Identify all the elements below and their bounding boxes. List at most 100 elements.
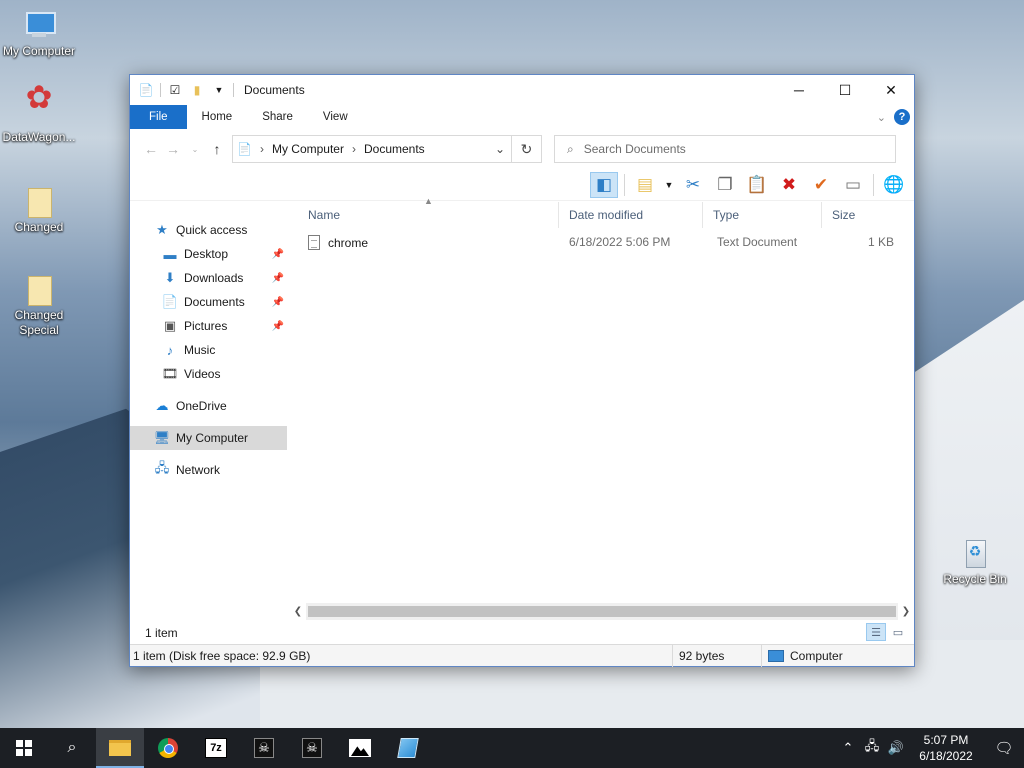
refresh-icon: ↻ <box>520 140 533 157</box>
details-view-button[interactable]: ☰ <box>866 623 886 641</box>
address-dropdown-icon[interactable]: ⌄ <box>489 142 511 156</box>
minimize-button[interactable]: ─ <box>776 75 822 105</box>
notepad-icon <box>397 738 419 758</box>
up-arrow-icon: ↑ <box>213 141 221 157</box>
checklist-icon[interactable]: ☑ <box>167 82 183 98</box>
new-item-button[interactable]: ▤ <box>631 172 659 198</box>
folder-icon <box>22 272 56 306</box>
expand-ribbon-chevron-icon[interactable]: ⌄ <box>877 111 886 124</box>
desktop-icon-recycle-bin[interactable]: Recycle Bin <box>933 536 1017 587</box>
volume-icon[interactable]: 🔊 <box>884 740 908 756</box>
scroll-thumb[interactable] <box>308 606 896 617</box>
file-list: ▲ Name Date modified Type Size chrome 6/… <box>298 196 914 612</box>
clock[interactable]: 5:07 PM 6/18/2022 <box>908 732 984 764</box>
close-button[interactable]: ✕ <box>868 75 914 105</box>
taskbar-ghost-app-1[interactable]: ☠ <box>240 728 288 768</box>
nav-my-computer[interactable]: 🖥 My Computer <box>130 426 287 450</box>
pin-icon[interactable]: 📌 <box>272 249 284 260</box>
breadcrumb-my-computer[interactable]: My Computer <box>272 142 344 156</box>
maximize-button[interactable]: ☐ <box>822 75 868 105</box>
desktop-icon-my-computer[interactable]: My Computer <box>0 8 81 59</box>
tab-view[interactable]: View <box>308 105 363 129</box>
navigation-pane: ★ Quick access ▬ Desktop 📌 ⬇ Downloads 📌… <box>130 202 290 622</box>
column-date-modified[interactable]: Date modified <box>559 202 703 228</box>
taskbar-photos[interactable] <box>336 728 384 768</box>
show-hidden-icons-chevron-icon[interactable]: ⌃ <box>836 740 860 756</box>
nav-documents[interactable]: 📄 Documents 📌 <box>130 290 290 314</box>
back-button[interactable]: ← <box>140 138 162 160</box>
desktop-icon: ▬ <box>163 246 177 262</box>
column-type[interactable]: Type <box>703 202 822 228</box>
new-item-icon: ▤ <box>636 174 654 194</box>
nav-onedrive[interactable]: ☁ OneDrive <box>130 394 290 418</box>
desktop-icon-changed-special[interactable]: Changed Special <box>0 272 81 338</box>
taskbar-7zip[interactable]: 7z <box>192 728 240 768</box>
status-main: 1 item (Disk free space: 92.9 GB) <box>130 644 673 667</box>
tab-share[interactable]: Share <box>247 105 308 129</box>
pin-icon[interactable]: 📌 <box>272 321 284 332</box>
title-bar[interactable]: 📄 ☑ ▮ ▼ Documents ─ ☐ ✕ <box>130 75 914 105</box>
properties-icon[interactable]: 📄 <box>138 82 154 98</box>
desktop-icon-datawagon[interactable]: DataWagon... <box>0 90 81 145</box>
ribbon-tabs: File Home Share View ⌄ ? <box>130 105 914 129</box>
nav-pictures[interactable]: ▣ Pictures 📌 <box>130 314 290 338</box>
navigation-pane-button[interactable]: ◧ <box>590 171 618 198</box>
taskbar: ⌕ 7z ☠ ☠ ⌃ 🖧 🔊 5:07 PM 6/18/2022 🗨 <box>0 728 1024 768</box>
file-row[interactable]: chrome 6/18/2022 5:06 PM Text Document 1… <box>298 230 914 254</box>
desktop-icon-changed[interactable]: Changed <box>0 184 81 235</box>
details-view-icon: ☰ <box>871 626 881 639</box>
column-size[interactable]: Size <box>822 202 902 228</box>
globe-button[interactable]: 🌐 <box>880 172 908 198</box>
tab-file[interactable]: File <box>130 105 187 129</box>
nav-downloads[interactable]: ⬇ Downloads 📌 <box>130 266 290 290</box>
scroll-track[interactable] <box>306 603 898 620</box>
nav-network[interactable]: 🖧 Network <box>130 458 290 482</box>
nav-videos[interactable]: 🎞 Videos <box>130 362 290 386</box>
refresh-button[interactable]: ↻ <box>512 135 542 163</box>
rename-button[interactable]: ✔ <box>807 172 835 198</box>
delete-button[interactable]: ✖ <box>775 172 803 198</box>
up-button[interactable]: ↑ <box>206 138 228 160</box>
forward-arrow-icon: → <box>166 141 180 157</box>
search-button[interactable]: ⌕ <box>48 728 96 768</box>
pictures-icon: ▣ <box>163 318 177 333</box>
address-bar[interactable]: 📄 › My Computer › Documents ⌄ <box>232 135 512 163</box>
breadcrumb-documents[interactable]: Documents <box>364 142 425 156</box>
search-box[interactable]: ⌕ <box>554 135 896 163</box>
nav-music[interactable]: ♪ Music <box>130 338 290 362</box>
folder-icon <box>109 740 131 756</box>
network-icon: 🖧 <box>154 460 170 475</box>
large-icons-view-button[interactable]: ▭ <box>888 623 908 641</box>
action-center-button[interactable]: 🗨 <box>984 728 1024 768</box>
chevron-down-icon: ▼ <box>664 179 674 190</box>
customize-qa-chevron-icon[interactable]: ▼ <box>211 82 227 98</box>
tab-home[interactable]: Home <box>187 105 248 129</box>
taskbar-notepad[interactable] <box>384 728 432 768</box>
taskbar-ghost-app-2[interactable]: ☠ <box>288 728 336 768</box>
nav-desktop[interactable]: ▬ Desktop 📌 <box>130 242 290 266</box>
forward-button[interactable]: → <box>162 138 184 160</box>
help-icon[interactable]: ? <box>894 109 910 125</box>
search-input[interactable] <box>583 142 864 156</box>
scroll-left-icon[interactable]: ❮ <box>290 606 306 617</box>
copy-button[interactable]: ❐ <box>711 172 739 198</box>
scroll-right-icon[interactable]: ❯ <box>898 606 914 617</box>
rectangle-select-icon: ▭ <box>844 174 862 194</box>
network-status-icon[interactable]: 🖧 <box>860 737 884 759</box>
taskbar-file-explorer[interactable] <box>96 728 144 768</box>
pin-icon[interactable]: 📌 <box>272 297 284 308</box>
documents-location-icon: 📄 <box>237 142 252 156</box>
recent-locations-button[interactable]: ⌄ <box>184 138 206 160</box>
new-item-dropdown[interactable]: ▼ <box>663 172 675 198</box>
pin-icon[interactable]: 📌 <box>272 273 284 284</box>
select-button[interactable]: ▭ <box>839 172 867 198</box>
nav-quick-access[interactable]: ★ Quick access <box>130 218 290 242</box>
clipboard-icon: 📋 <box>746 174 768 194</box>
horizontal-scrollbar[interactable]: ❮ ❯ <box>290 603 914 620</box>
taskbar-chrome[interactable] <box>144 728 192 768</box>
start-button[interactable] <box>0 728 48 768</box>
cut-button[interactable]: ✂ <box>679 172 707 198</box>
new-folder-icon[interactable]: ▮ <box>189 82 205 98</box>
close-icon: ✕ <box>885 81 897 98</box>
paste-button[interactable]: 📋 <box>743 172 771 198</box>
